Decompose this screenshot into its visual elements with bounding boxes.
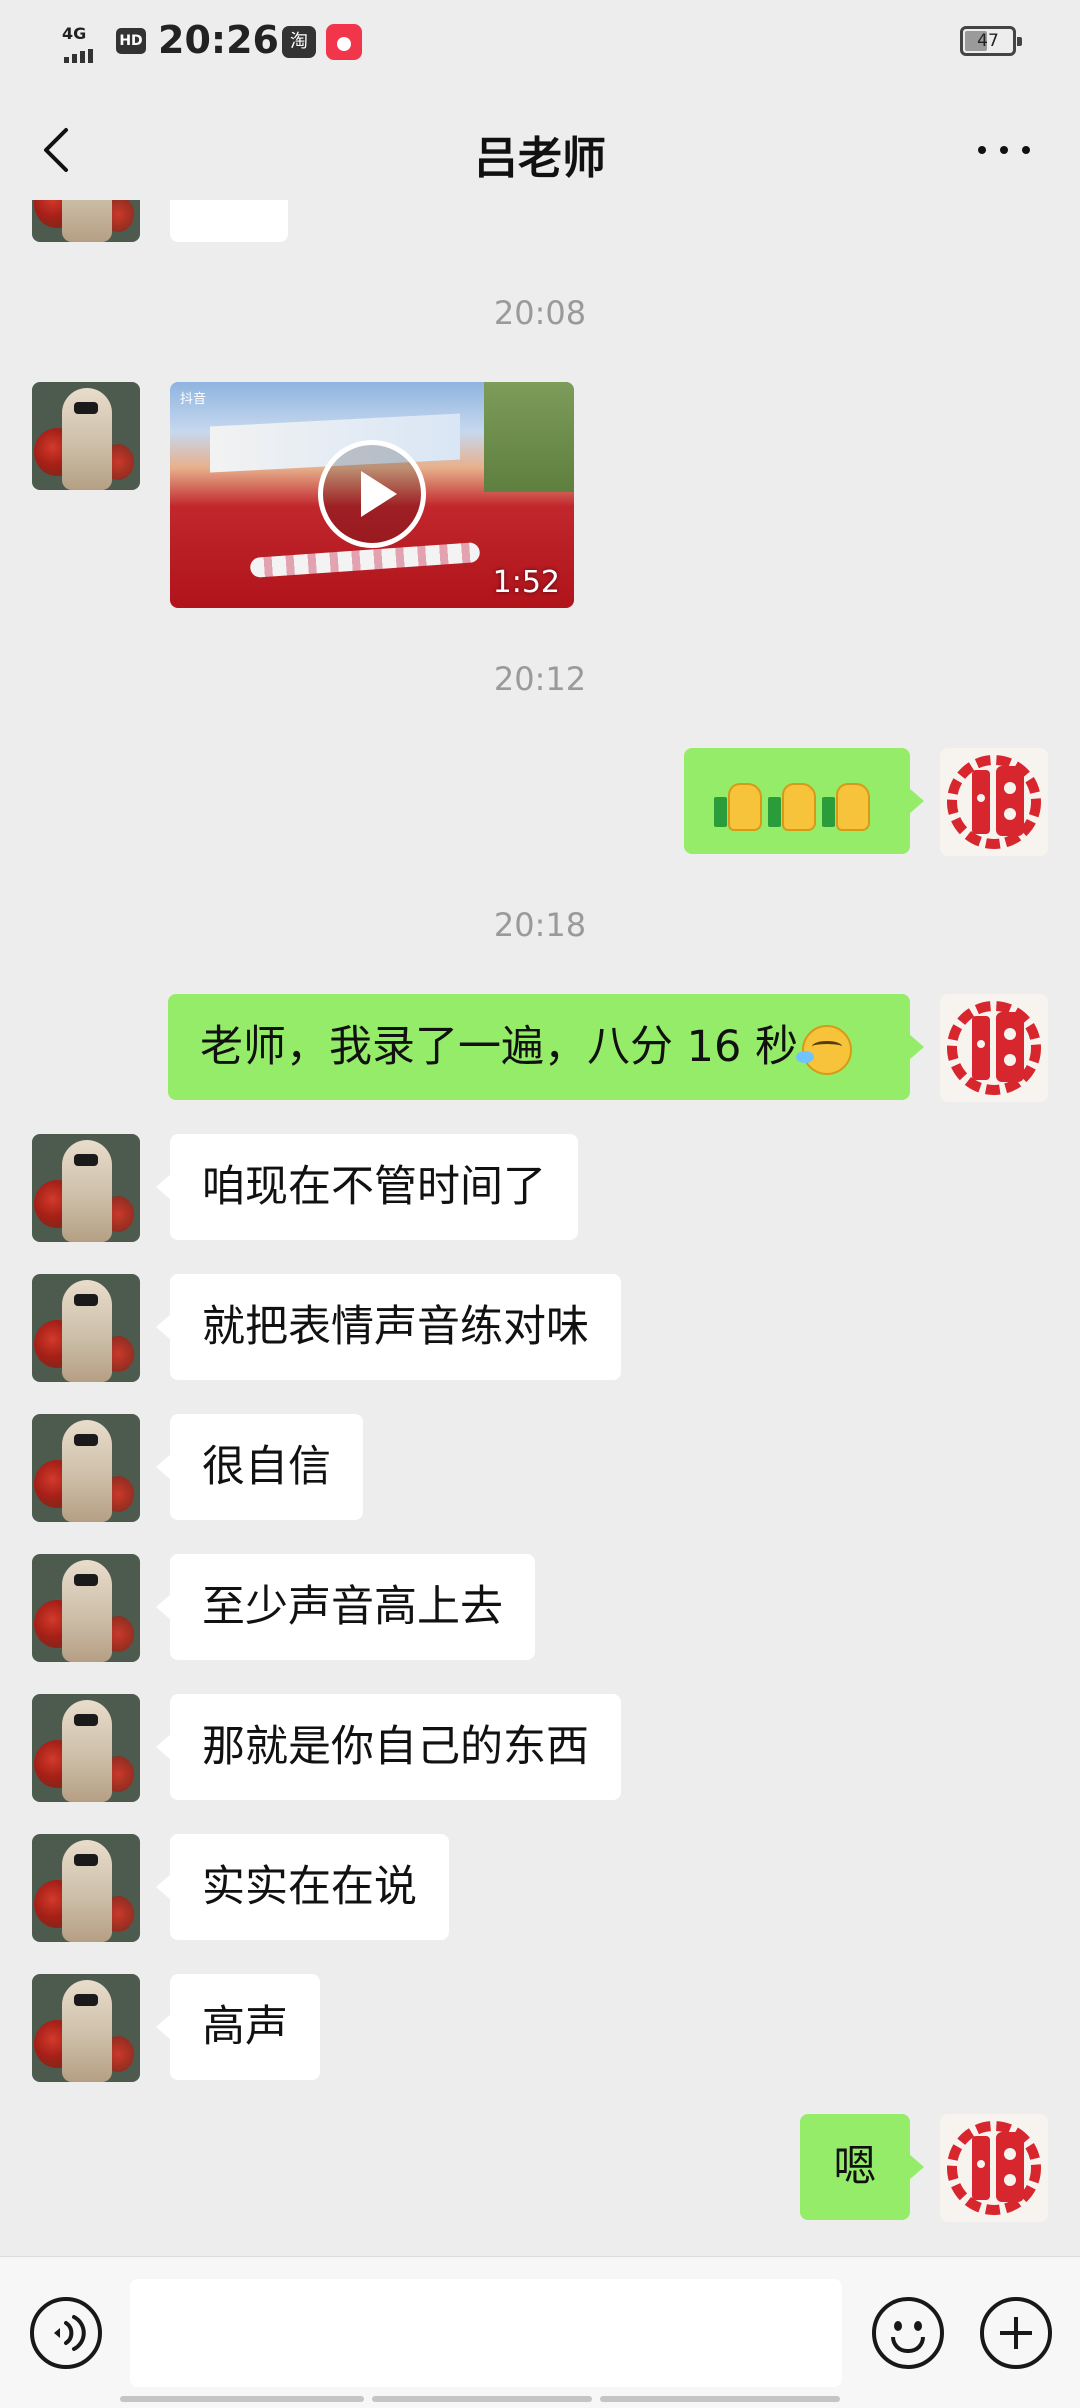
message-bubble[interactable]: 那就是你自己的东西 — [156, 1694, 621, 1800]
thumbs-up-icon — [768, 779, 816, 831]
voice-button[interactable] — [30, 2297, 102, 2369]
play-icon[interactable] — [318, 440, 426, 548]
chat-title[interactable]: 吕老师 — [0, 122, 1080, 186]
avatar[interactable] — [32, 1694, 140, 1802]
taobao-icon: 淘 — [282, 26, 316, 58]
message-text: 老师，我录了一遍，八分 16 秒 — [200, 1022, 799, 1072]
message-text: 咱现在不管时间了 — [202, 1162, 546, 1212]
avatar[interactable] — [32, 1134, 140, 1242]
message-text: 嗯 — [833, 2142, 877, 2192]
avatar-self[interactable] — [940, 748, 1048, 856]
battery-icon: 47 — [960, 26, 1022, 56]
avatar[interactable] — [32, 1274, 140, 1382]
thumbs-up-icon — [822, 779, 870, 831]
timestamp: 20:18 — [493, 906, 587, 944]
message-input[interactable] — [130, 2279, 842, 2387]
video-message[interactable]: 抖音 1:52 — [170, 382, 574, 608]
chat-header: 吕老师 — [0, 84, 1080, 214]
message-bubble[interactable]: 高声 — [156, 1974, 320, 2080]
message-bubble[interactable]: 至少声音高上去 — [156, 1554, 535, 1660]
fu-papercut-icon — [947, 2121, 1041, 2215]
fu-papercut-icon — [947, 1001, 1041, 1095]
message-bubble[interactable]: 实实在在说 — [156, 1834, 449, 1940]
video-source-label: 抖音 — [180, 392, 207, 407]
laugh-cry-emoji-icon — [796, 1024, 853, 1075]
message-bubble[interactable]: 就把表情声音练对味 — [156, 1274, 621, 1380]
plus-button[interactable] — [980, 2297, 1052, 2369]
thumbs-up-icon — [714, 779, 762, 831]
message-bubble[interactable]: 很自信 — [156, 1414, 363, 1520]
message-text: 那就是你自己的东西 — [202, 1722, 589, 1772]
voice-icon — [54, 2315, 86, 2351]
avatar[interactable] — [32, 200, 140, 242]
network-type: 4G — [62, 24, 87, 43]
input-bar — [0, 2256, 1080, 2408]
timestamp: 20:12 — [493, 660, 587, 698]
clock: 20:26 — [158, 18, 279, 62]
timestamp: 20:08 — [493, 294, 587, 332]
gesture-bar — [120, 2396, 960, 2402]
battery-level: 47 — [977, 31, 999, 51]
avatar[interactable] — [32, 382, 140, 490]
message-text: 很自信 — [202, 1442, 331, 1492]
message-text: 就把表情声音练对味 — [202, 1302, 589, 1352]
video-duration: 1:52 — [492, 565, 560, 600]
more-icon — [978, 146, 986, 154]
notification-app-icon — [326, 24, 362, 60]
avatar[interactable] — [32, 1974, 140, 2082]
avatar[interactable] — [32, 1414, 140, 1522]
message-text: 至少声音高上去 — [202, 1582, 503, 1632]
message-text: 高声 — [202, 2002, 288, 2052]
signal-icon: 4G — [62, 24, 104, 63]
message-bubble[interactable] — [170, 200, 288, 242]
message-bubble-self[interactable]: 嗯 — [800, 2114, 924, 2220]
avatar-self[interactable] — [940, 994, 1048, 1102]
message-list[interactable]: 20:08 抖音 1:52 20:12 20:18 老师，我录了一遍，八分 16… — [0, 200, 1080, 2256]
avatar-self[interactable] — [940, 2114, 1048, 2222]
fu-papercut-icon — [947, 755, 1041, 849]
message-text: 实实在在说 — [202, 1862, 417, 1912]
message-bubble[interactable]: 咱现在不管时间了 — [156, 1134, 578, 1240]
avatar[interactable] — [32, 1554, 140, 1662]
status-bar: 4G HD 20:26 淘 47 — [0, 0, 1080, 84]
message-bubble-self[interactable] — [684, 748, 924, 854]
hd-icon: HD — [116, 28, 146, 54]
emoji-icon — [894, 2321, 902, 2331]
more-button[interactable] — [974, 134, 1034, 164]
emoji-button[interactable] — [872, 2297, 944, 2369]
avatar[interactable] — [32, 1834, 140, 1942]
message-bubble-self[interactable]: 老师，我录了一遍，八分 16 秒 — [168, 994, 924, 1100]
